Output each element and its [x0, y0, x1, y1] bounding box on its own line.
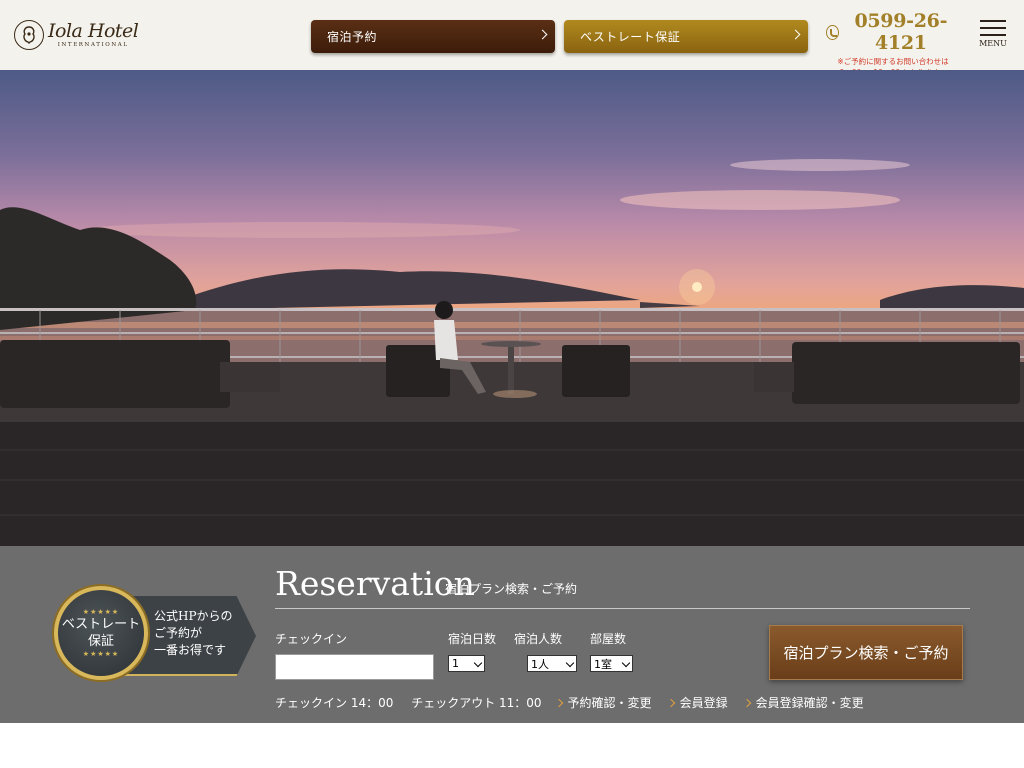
rooms-select-value: 1室: [594, 657, 612, 671]
chevron-right-icon: [790, 29, 801, 40]
chevron-down-icon: [621, 658, 631, 668]
reservation-subtitle: 宿泊プラン検索・ご予約: [445, 582, 578, 596]
reserve-button[interactable]: 宿泊予約: [311, 20, 555, 53]
link-label: 予約確認・変更: [567, 696, 652, 710]
checkin-label: チェックイン: [275, 632, 348, 646]
site-header: Iola Hotel INTERNATIONAL 宿泊予約 ベストレート保証 0…: [0, 0, 1024, 77]
chevron-down-icon: [565, 658, 575, 668]
checkin-time: チェックイン 14：00: [275, 696, 394, 710]
bestrate-badge[interactable]: ★★★★★ ベストレート 保証 ★★★★★ 公式HPからの ご予約が 一番お得で…: [54, 586, 256, 681]
phone-icon: [826, 24, 839, 40]
chevron-down-icon: [473, 658, 483, 668]
guests-select-value: 1人: [531, 657, 549, 671]
logo-emblem-icon: [14, 20, 44, 50]
star-icons: ★★★★★: [82, 608, 120, 616]
link-label: 会員登録確認・変更: [755, 696, 864, 710]
star-icons: ★★★★★: [82, 650, 120, 658]
badge-medal: ★★★★★ ベストレート 保証 ★★★★★: [54, 586, 148, 680]
logo-script-text: Iola Hotel: [48, 19, 139, 42]
chevron-right-icon: [666, 698, 675, 707]
badge-text: 公式HPからの ご予約が 一番お得です: [154, 608, 233, 659]
badge-text-line-2: ご予約が: [154, 626, 203, 640]
reservation-panel: ★★★★★ ベストレート 保証 ★★★★★ 公式HPからの ご予約が 一番お得で…: [0, 546, 1024, 723]
hero-image: [0, 70, 1024, 546]
checkout-time: チェックアウト 11：00: [411, 696, 542, 710]
logo-sub-text: INTERNATIONAL: [57, 41, 129, 48]
guests-select[interactable]: 1人: [527, 655, 577, 672]
rooms-select[interactable]: 1室: [590, 655, 633, 672]
menu-label: MENU: [979, 39, 1007, 48]
nights-label: 宿泊日数: [448, 632, 497, 646]
menu-button[interactable]: MENU: [978, 20, 1008, 48]
chevron-right-icon: [554, 698, 563, 707]
badge-text-line-1: 公式HPからの: [154, 609, 233, 623]
hamburger-icon: [980, 20, 1006, 22]
guests-label: 宿泊人数: [514, 632, 563, 646]
rooms-label: 部屋数: [590, 632, 627, 646]
bestrate-button-label: ベストレート保証: [580, 30, 681, 44]
hotel-logo[interactable]: Iola Hotel INTERNATIONAL: [14, 19, 139, 50]
phone-contact[interactable]: 0599-26-4121 ※ご予約に関するお問い合わせは 9：00 〜 19：0…: [826, 10, 960, 78]
bestrate-button[interactable]: ベストレート保証: [564, 20, 808, 53]
badge-title-1: ベストレート: [61, 617, 141, 632]
phone-number: 0599-26-4121: [854, 10, 948, 54]
checkin-date-input[interactable]: [275, 654, 434, 680]
phone-note-line-1: ※ご予約に関するお問い合わせは: [837, 57, 949, 66]
search-plan-button[interactable]: 宿泊プラン検索・ご予約: [769, 625, 963, 680]
badge-text-line-3: 一番お得です: [154, 643, 227, 657]
chevron-right-icon: [742, 698, 751, 707]
link-reservation-confirm[interactable]: 予約確認・変更: [554, 694, 652, 711]
reserve-button-label: 宿泊予約: [327, 30, 378, 44]
divider: [275, 608, 970, 609]
link-label: 会員登録: [679, 696, 728, 710]
badge-title-2: 保証: [87, 634, 114, 649]
link-member-confirm[interactable]: 会員登録確認・変更: [742, 694, 864, 711]
nights-select[interactable]: 1: [448, 655, 485, 672]
reservation-footer: チェックイン 14：00 チェックアウト 11：00 予約確認・変更 会員登録 …: [275, 694, 880, 711]
nights-select-value: 1: [452, 657, 459, 670]
hero-sunset-scene: [0, 159, 1024, 546]
chevron-right-icon: [537, 29, 548, 40]
link-member-register[interactable]: 会員登録: [666, 694, 728, 711]
